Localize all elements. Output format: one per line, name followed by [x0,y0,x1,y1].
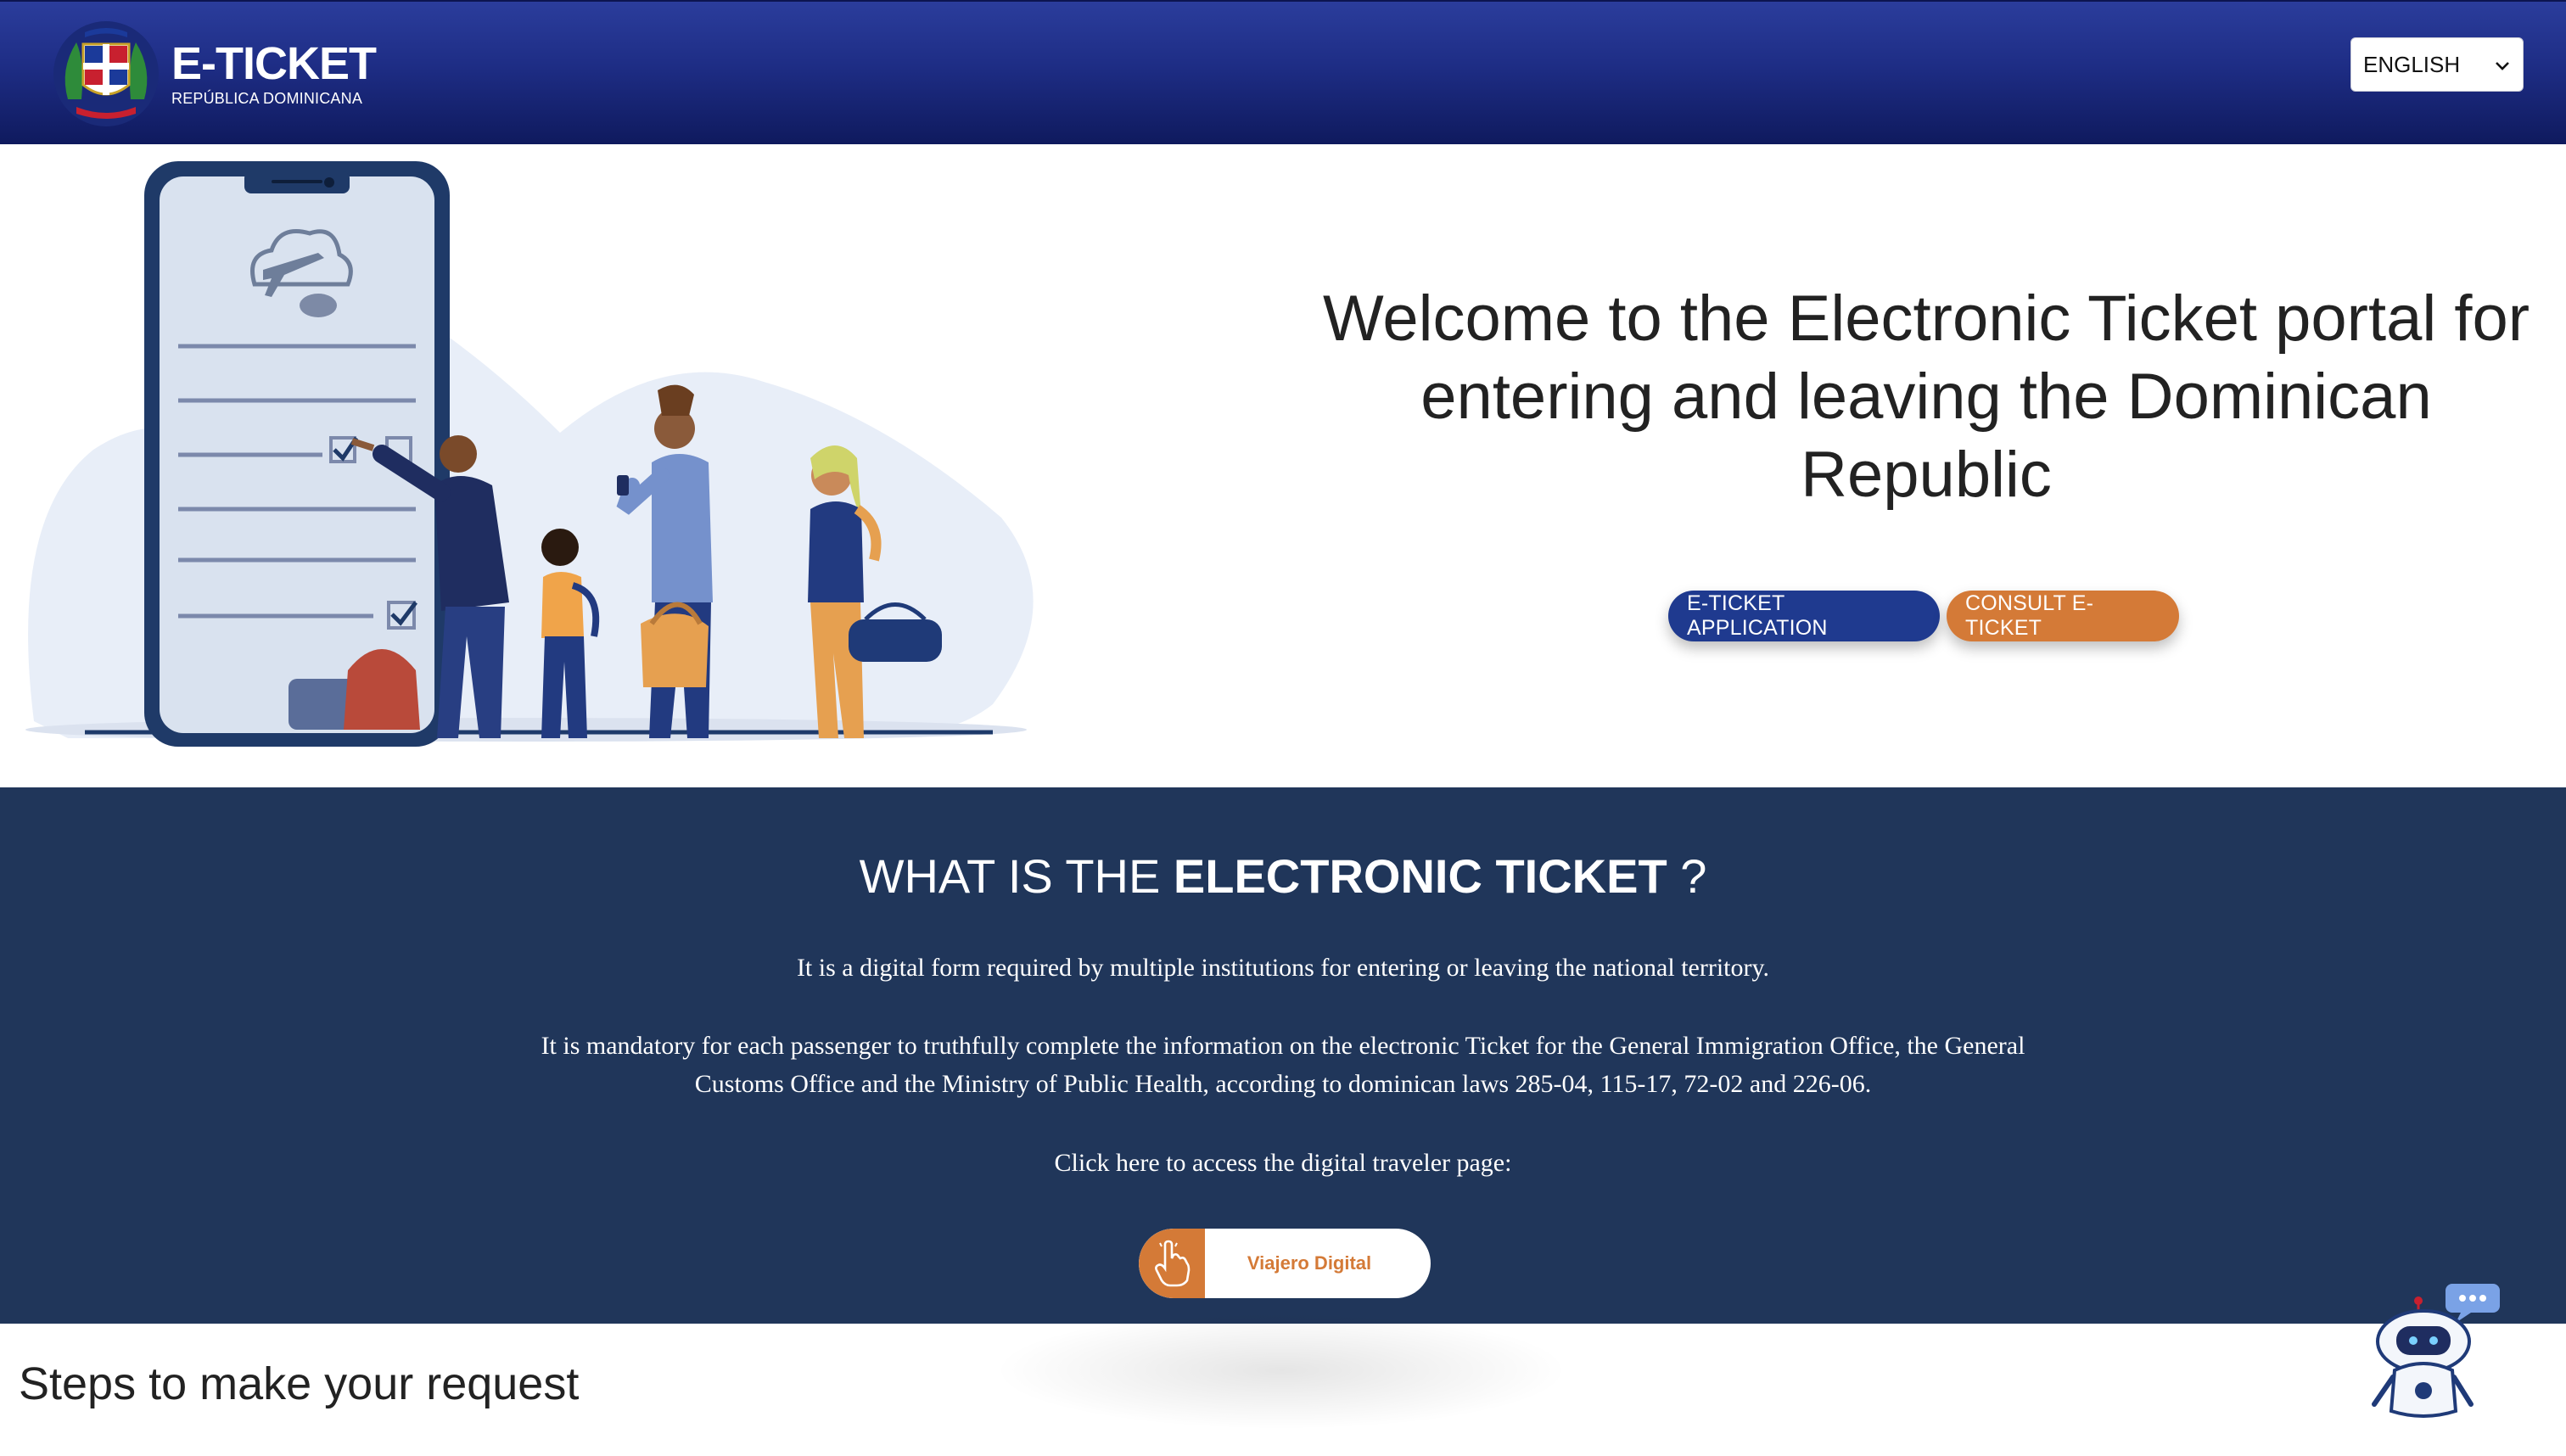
title-strong: ELECTRONIC TICKET [1173,849,1667,903]
chevron-down-icon [2496,62,2509,70]
language-selected-value: ENGLISH [2363,51,2461,77]
title-suffix: ? [1680,849,1707,903]
info-paragraph-2: It is mandatory for each passenger to tr… [541,1032,2025,1098]
language-select[interactable]: ENGLISH [2350,37,2524,92]
pointer-hand-icon-wrap [1139,1229,1205,1298]
pointer-hand-icon [1155,1240,1191,1287]
brand-logo-link[interactable]: E-TICKET REPÚBLICA DOMINICANA [51,17,377,131]
top-header: E-TICKET REPÚBLICA DOMINICANA ENGLISH [0,0,2566,144]
welcome-heading: Welcome to the Electronic Ticket portal … [1322,283,2530,511]
viajero-digital-button[interactable]: Viajero Digital [1139,1229,1431,1298]
brand-subtitle: REPÚBLICA DOMINICANA [171,89,363,107]
steps-heading: Steps to make your request [19,1358,580,1409]
coat-of-arms-icon [53,21,159,126]
viajero-digital-label: Viajero Digital [1247,1252,1372,1274]
hero-section: Welcome to the Electronic Ticket portal … [0,144,2566,787]
what-is-section: WHAT IS THE ELECTRONIC TICKET ? It is a … [0,787,2566,1324]
hero-actions: E-TICKET APPLICATION CONSULT E-TICKET [1668,591,2179,641]
title-prefix: WHAT IS THE [859,849,1161,903]
info-paragraph-1: It is a digital form required by multipl… [796,954,1770,982]
info-paragraph-3: Click here to access the digital travele… [1054,1149,1512,1177]
robot-chat-icon[interactable] [2367,1277,2512,1421]
eticket-application-button[interactable]: E-TICKET APPLICATION [1668,591,1940,641]
brand-title: E-TICKET [171,37,377,89]
consult-eticket-button[interactable]: CONSULT E-TICKET [1947,591,2179,641]
travelers-phone-illustration [25,161,1034,747]
section-title: WHAT IS THE ELECTRONIC TICKET ? [0,848,2566,904]
steps-shadow [993,1311,1570,1430]
